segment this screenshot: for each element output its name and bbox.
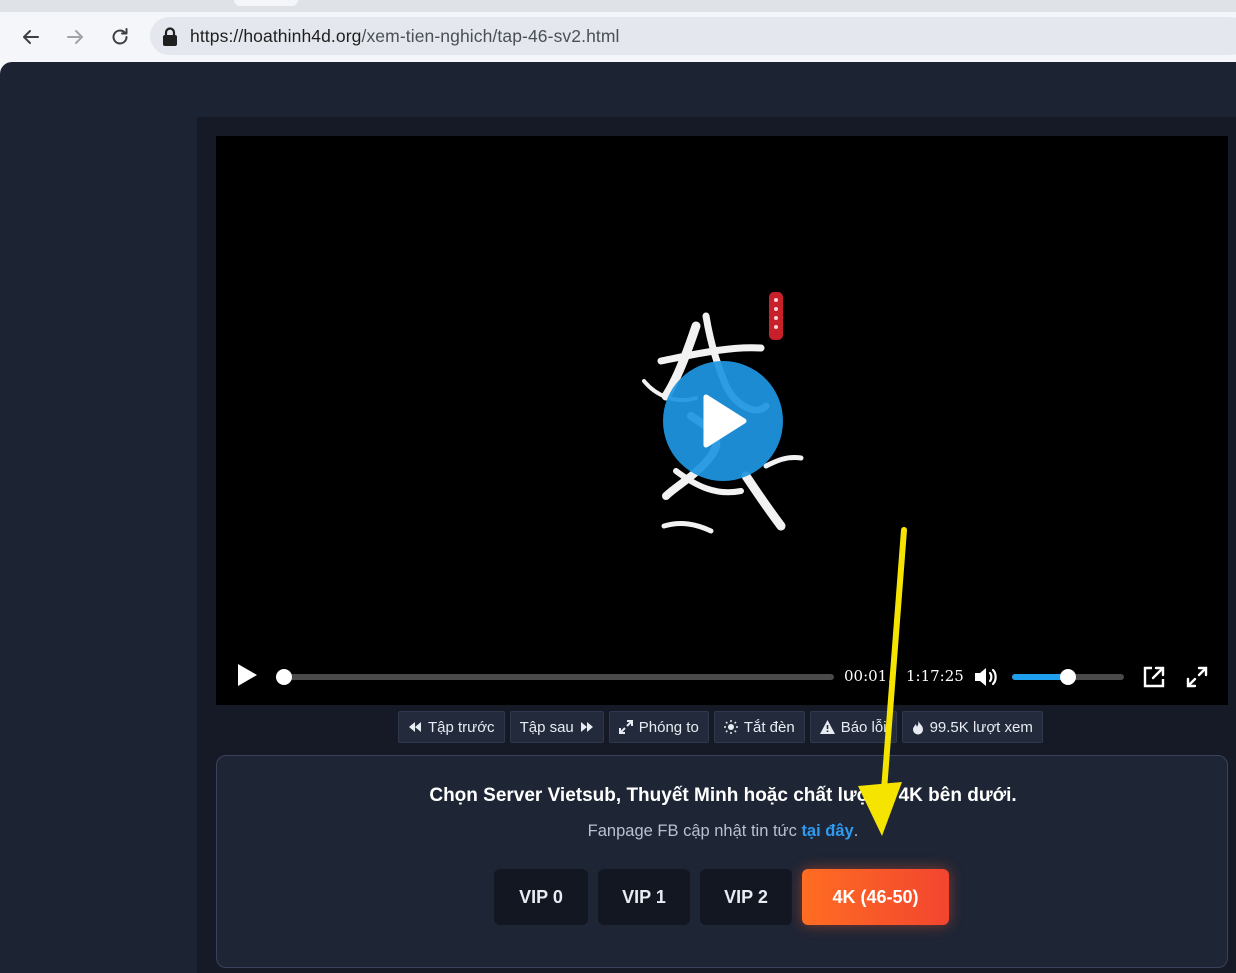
progress-handle[interactable] xyxy=(276,669,293,685)
page-corner xyxy=(0,62,14,76)
progress-bar[interactable] xyxy=(276,669,834,685)
video-player[interactable]: 00:01 / 1:17:25 xyxy=(216,136,1228,705)
prev-episode-label: Tập trước xyxy=(428,718,495,736)
volume-slider[interactable] xyxy=(1012,669,1124,685)
url-host: https://hoathinh4d.org xyxy=(190,26,362,46)
external-link-icon xyxy=(1143,666,1165,688)
current-time: 00:01 xyxy=(844,667,888,685)
light-icon xyxy=(723,720,738,734)
reload-icon xyxy=(112,28,128,45)
reload-button[interactable] xyxy=(107,24,133,50)
lights-off-label: Tắt đèn xyxy=(743,718,795,736)
next-episode-button[interactable]: Tập sau xyxy=(509,711,604,743)
fanpage-text-end: . xyxy=(853,822,859,840)
server-box-title: Chọn Server Vietsub, Thuyết Minh hoặc ch… xyxy=(429,785,1017,806)
tab-strip xyxy=(0,0,1236,12)
active-tab[interactable] xyxy=(234,0,298,6)
lights-off-button[interactable]: Tắt đèn xyxy=(713,711,805,743)
player-controls: 00:01 / 1:17:25 xyxy=(216,641,1228,705)
address-bar[interactable]: https://hoathinh4d.org/xem-tien-nghich/t… xyxy=(150,17,1236,55)
expand-icon xyxy=(618,720,633,734)
forward-button[interactable] xyxy=(62,24,88,50)
fire-icon xyxy=(912,719,923,734)
view-count-label: 99.5K lượt xem xyxy=(929,718,1033,736)
server-selection-box: Chọn Server Vietsub, Thuyết Minh hoặc ch… xyxy=(216,755,1228,968)
fanpage-link[interactable]: tại đây xyxy=(801,822,853,840)
volume-handle[interactable] xyxy=(1060,669,1076,685)
url-text[interactable]: https://hoathinh4d.org/xem-tien-nghich/t… xyxy=(190,26,620,47)
episode-actions: Tập trước Tập sau Phóng to Tắt đèn Báo l… xyxy=(398,711,1043,743)
forward-icon xyxy=(580,722,593,732)
back-button[interactable] xyxy=(18,24,44,50)
warning-icon xyxy=(819,720,835,734)
play-icon xyxy=(703,394,747,448)
big-play-button[interactable] xyxy=(663,361,783,481)
arrow-right-icon xyxy=(67,30,83,44)
report-error-button[interactable]: Báo lỗi xyxy=(809,711,897,743)
report-error-label: Báo lỗi xyxy=(840,718,887,736)
play-icon xyxy=(238,664,257,686)
server-4k-button[interactable]: 4K (46-50) xyxy=(802,869,949,925)
view-count: 99.5K lượt xem xyxy=(901,711,1043,743)
server-vip2-button[interactable]: VIP 2 xyxy=(700,869,792,925)
mute-button[interactable] xyxy=(973,665,999,694)
expand-label: Phóng to xyxy=(638,718,699,736)
fullscreen-icon xyxy=(1186,666,1208,688)
server-vip0-button[interactable]: VIP 0 xyxy=(494,869,588,925)
next-episode-label: Tập sau xyxy=(519,718,574,736)
lock-icon[interactable] xyxy=(162,27,178,47)
server-buttons: VIP 0 VIP 1 VIP 2 4K (46-50) xyxy=(494,869,949,925)
arrow-left-icon xyxy=(23,30,39,44)
url-path: /xem-tien-nghich/tap-46-sv2.html xyxy=(361,26,620,46)
fanpage-text-label: Fanpage FB cập nhật tin tức xyxy=(587,822,797,840)
prev-episode-button[interactable]: Tập trước xyxy=(398,711,505,743)
external-window-button[interactable] xyxy=(1142,665,1166,694)
fanpage-text: Fanpage FB cập nhật tin tức tại đây. xyxy=(217,822,1229,841)
play-button[interactable] xyxy=(236,663,258,692)
volume-icon xyxy=(975,668,997,686)
browser-toolbar: https://hoathinh4d.org/xem-tien-nghich/t… xyxy=(0,12,1236,62)
duration: 1:17:25 xyxy=(906,667,964,685)
expand-button[interactable]: Phóng to xyxy=(608,711,709,743)
backward-icon xyxy=(409,722,421,732)
server-vip1-button[interactable]: VIP 1 xyxy=(598,869,690,925)
fullscreen-button[interactable] xyxy=(1185,665,1209,694)
time-separator: / xyxy=(889,667,895,685)
